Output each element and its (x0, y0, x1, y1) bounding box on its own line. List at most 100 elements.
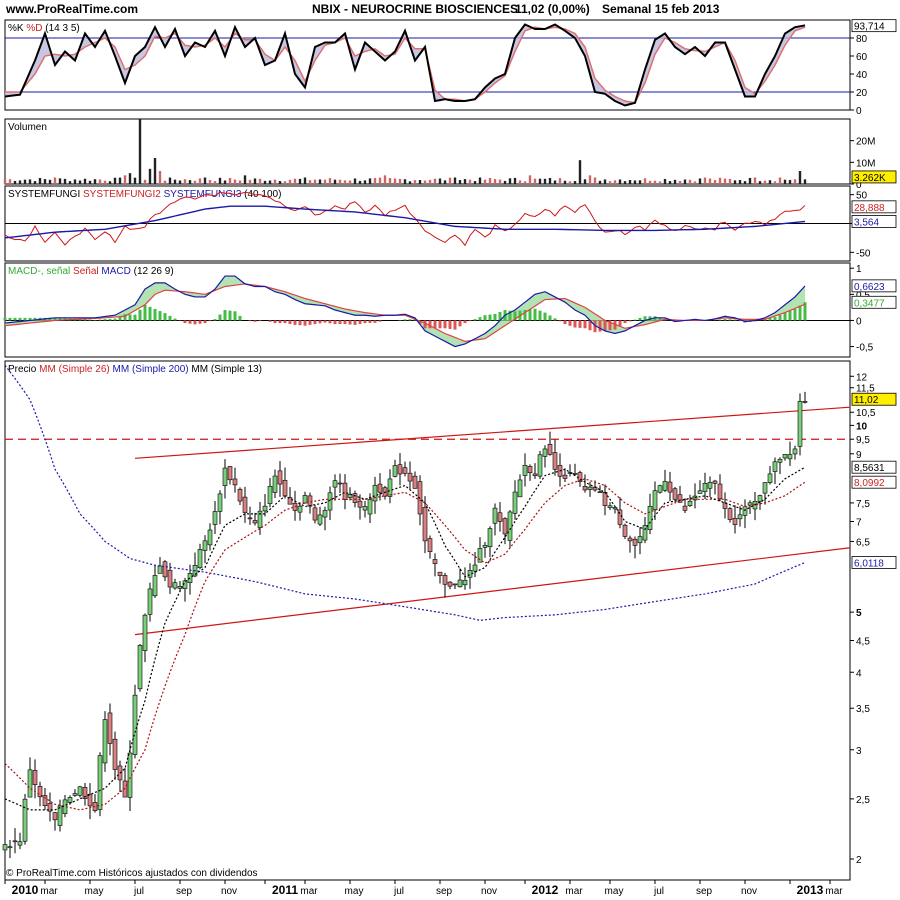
macd-histogram-bar (288, 320, 292, 324)
candle-body (227, 466, 233, 481)
macd-histogram-bar (488, 314, 492, 321)
volume-bar (648, 180, 652, 184)
candle-body (362, 506, 368, 511)
volume-bar (748, 177, 752, 184)
candle-body (792, 448, 798, 455)
volume-bar (88, 180, 92, 184)
volume-bar (533, 178, 537, 184)
macd-histogram-bar (623, 320, 627, 324)
chart-price: 11,02 (0,00%) (515, 2, 590, 16)
volume-bar (638, 180, 642, 184)
site-name[interactable]: www.ProRealTime.com (5, 2, 138, 16)
price-tick-label: 7 (856, 517, 862, 528)
volume-bar (123, 175, 127, 184)
candle-body (457, 579, 463, 588)
candle-body (282, 479, 288, 497)
volume-bar (128, 173, 132, 184)
systemfungi-tick-label: -50 (856, 248, 871, 259)
volume-bar (443, 180, 447, 184)
volume-bar (358, 180, 362, 184)
macd-histogram-bar (218, 314, 222, 321)
volume-bar (193, 180, 197, 184)
macd-histogram-bar (773, 317, 777, 321)
volume-bar (223, 180, 227, 184)
volume-tick-label: 10M (856, 158, 875, 169)
volume-bar (728, 178, 732, 184)
volume-bar (483, 179, 487, 184)
macd-histogram-bar (198, 320, 202, 324)
volume-bar (258, 178, 262, 184)
macd-label: MACD-, señal Señal MACD (12 26 9) (8, 266, 174, 277)
macd-histogram-bar (148, 306, 152, 321)
macd-histogram-bar (98, 319, 102, 321)
candle-body (147, 588, 153, 615)
candle-body (7, 846, 13, 849)
candle-body (432, 559, 438, 564)
volume-bar (633, 180, 637, 184)
volume-bar (303, 177, 307, 184)
candle-body (237, 488, 243, 502)
price-label-part: MM (36, 364, 55, 375)
volume-bar (333, 179, 337, 184)
price-tick-label: 2 (856, 855, 862, 866)
volume-bar (643, 178, 647, 184)
volume-bar (773, 181, 777, 184)
candle-body (332, 480, 338, 488)
macd-histogram-bar (208, 320, 212, 322)
time-axis-label: mar (300, 886, 318, 897)
candle-body (302, 495, 308, 504)
volume-bar (518, 180, 522, 184)
candle-body (372, 485, 378, 502)
volume-bar (263, 180, 267, 184)
candle-body (727, 508, 733, 520)
volume-bar (293, 178, 297, 184)
candle-body (742, 506, 748, 516)
macd-histogram-bar (448, 320, 452, 329)
volume-bar (588, 175, 592, 184)
macd-histogram-bar (468, 320, 472, 322)
macd-histogram-bar (308, 320, 312, 325)
macd-histogram-bar (543, 312, 547, 321)
macd-histogram-bar (138, 309, 142, 321)
panel-price: Precio MM (Simple 26) MM (Simple 200) MM… (2, 360, 897, 881)
candle-body (212, 511, 218, 525)
macd-histogram-bar (473, 319, 477, 321)
candle-body (437, 571, 443, 576)
macd-histogram-bar (718, 319, 722, 321)
volume-bar (803, 179, 807, 184)
candle-body (482, 544, 488, 548)
candle-body (452, 583, 458, 586)
macd-histogram-bar (788, 310, 792, 321)
candle-body (707, 482, 713, 489)
candle-body (52, 812, 58, 821)
candle-body (492, 507, 498, 524)
volume-bar (688, 179, 692, 184)
candle-body (392, 465, 398, 477)
candle-body (402, 467, 408, 474)
volume-bar (548, 178, 552, 184)
volume-label-part: Volumen (8, 122, 47, 133)
macd-histogram-bar (793, 308, 797, 321)
time-axis-label: nov (221, 886, 237, 897)
macd-histogram-bar (343, 320, 347, 325)
price-value-label: 6,0118 (854, 558, 884, 569)
candle-body (172, 582, 178, 589)
macd-histogram-bar (463, 320, 467, 324)
stochastic-value-label: 93,714 (854, 22, 885, 33)
volume-bar (468, 179, 472, 184)
volume-bar (113, 177, 117, 184)
macd-histogram-bar (188, 320, 192, 324)
chart-title: NBIX - NEUROCRINE BIOSCIENCES (312, 2, 518, 16)
volume-bar (93, 179, 97, 184)
macd-value-label: 0,6623 (854, 282, 885, 293)
candle-body (447, 581, 453, 587)
panel-stochastic: %K %D (14 3 5) 80 60 40 20 0 93,714 (4, 19, 897, 117)
macd-histogram-bar (578, 320, 582, 328)
candle-body (687, 500, 693, 506)
candle-body (297, 505, 303, 513)
macd-histogram-bar (293, 320, 297, 325)
candle-body (627, 537, 633, 542)
volume-bar (663, 178, 667, 184)
volume-bar (753, 177, 757, 184)
macd-histogram-bar (88, 319, 92, 321)
